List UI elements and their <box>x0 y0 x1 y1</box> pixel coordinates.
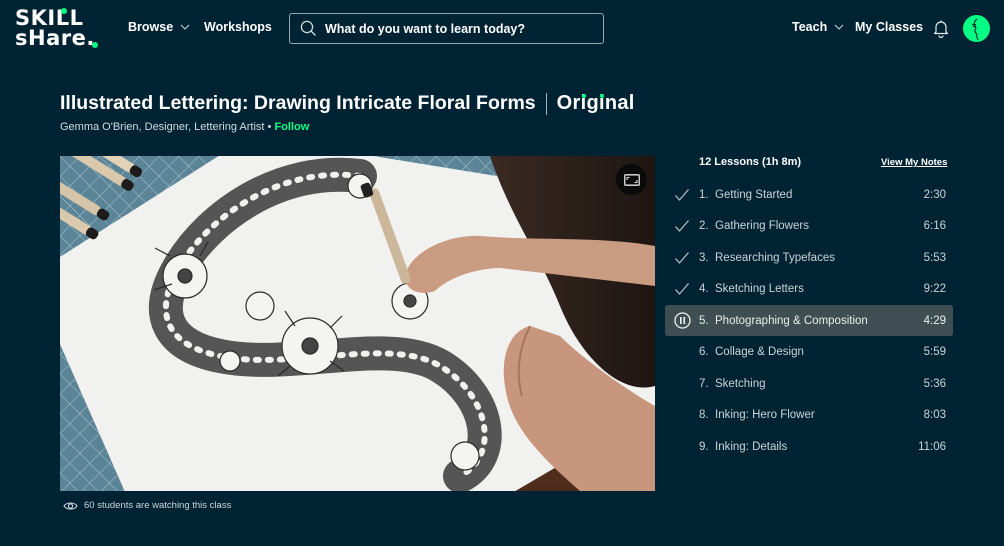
video-frame-image <box>60 156 655 491</box>
lesson-row[interactable]: 2. Gathering Flowers 6:16 <box>665 211 953 242</box>
checkmark-icon <box>675 283 689 295</box>
lesson-title: Photographing & Composition <box>715 314 868 327</box>
video-player[interactable] <box>60 156 655 491</box>
lesson-title: Sketching <box>715 377 766 390</box>
viewers-indicator: 60 students are watching this class <box>63 500 231 511</box>
follow-button[interactable]: Follow <box>274 121 309 133</box>
workshops-link[interactable]: Workshops <box>204 20 272 34</box>
lesson-status <box>665 282 699 296</box>
user-avatar[interactable] <box>963 15 990 42</box>
lesson-title: Getting Started <box>715 188 793 201</box>
view-my-notes-link[interactable]: View My Notes <box>881 157 947 168</box>
lesson-number: 8. <box>699 409 709 421</box>
workshops-label: Workshops <box>204 20 272 34</box>
logo-dot <box>92 42 98 48</box>
teacher-line: Gemma O'Brien, Designer, Lettering Artis… <box>60 121 309 133</box>
teach-label: Teach <box>792 20 828 34</box>
chevron-down-icon <box>834 24 844 30</box>
lesson-duration: 4:29 <box>923 314 946 327</box>
lesson-number: 1. <box>699 188 709 201</box>
lesson-row[interactable]: 1. Getting Started 2:30 <box>665 179 953 210</box>
notification-bell-icon[interactable] <box>932 19 950 38</box>
lesson-number: 3. <box>699 251 709 264</box>
browse-label: Browse <box>128 20 174 34</box>
lesson-duration: 5:36 <box>923 377 946 390</box>
picture-in-picture-button[interactable] <box>616 164 647 195</box>
search-icon <box>300 20 316 36</box>
lesson-number: 7. <box>699 377 709 390</box>
lesson-title: Inking: Details <box>715 440 788 453</box>
lesson-status <box>665 251 699 265</box>
lesson-title: Inking: Hero Flower <box>715 409 815 421</box>
lesson-status <box>665 312 699 329</box>
lesson-row[interactable]: 7. Sketching 5:36 <box>665 368 953 399</box>
my-classes-label: My Classes <box>855 20 924 34</box>
lesson-title: Collage & Design <box>715 346 804 358</box>
lesson-title: Sketching Letters <box>715 283 804 295</box>
lesson-number: 4. <box>699 283 709 295</box>
lesson-duration: 5:59 <box>923 346 946 358</box>
lesson-row[interactable]: 6. Collage & Design 5:59 <box>665 337 953 368</box>
lesson-number: 5. <box>699 314 709 327</box>
lesson-duration: 9:22 <box>923 283 946 295</box>
class-title-row: Illustrated Lettering: Drawing Intricate… <box>60 92 635 115</box>
logo-dot <box>61 8 67 14</box>
watching-text: 60 students are watching this class <box>84 500 232 511</box>
logo-line-2: sHare. <box>15 26 95 50</box>
lesson-row[interactable]: 8. Inking: Hero Flower 8:03 <box>665 400 953 431</box>
teacher-name[interactable]: Gemma O'Brien, Designer, Lettering Artis… <box>60 121 264 133</box>
lesson-number: 2. <box>699 220 709 232</box>
logo-line-1: SKILL <box>15 6 84 30</box>
skillshare-logo[interactable]: SKILL sHare. <box>15 7 100 51</box>
chevron-down-icon <box>180 24 190 30</box>
lesson-status <box>665 188 699 202</box>
pause-icon[interactable] <box>673 312 691 329</box>
lesson-duration: 2:30 <box>923 188 946 201</box>
title-divider <box>545 92 547 115</box>
lesson-duration: 5:53 <box>923 251 946 264</box>
lesson-number: 6. <box>699 346 709 358</box>
teach-menu[interactable]: Teach <box>792 20 845 34</box>
lesson-duration: 8:03 <box>923 409 946 421</box>
separator-dot: • <box>264 121 275 133</box>
lesson-duration: 6:16 <box>923 220 946 232</box>
lesson-duration: 11:06 <box>918 440 946 453</box>
search-box[interactable] <box>289 13 604 44</box>
lesson-row[interactable]: 9. Inking: Details 11:06 <box>665 431 953 462</box>
lesson-row[interactable]: 3. Researching Typefaces 5:53 <box>665 242 953 273</box>
browse-menu[interactable]: Browse <box>128 20 191 34</box>
lesson-row-active[interactable]: 5. Photographing & Composition 4:29 <box>665 305 953 336</box>
lesson-title: Gathering Flowers <box>715 220 809 232</box>
my-classes-link[interactable]: My Classes <box>855 20 923 34</box>
checkmark-icon <box>675 188 689 201</box>
picture-in-picture-icon <box>623 173 640 186</box>
avatar-face-icon <box>971 18 979 41</box>
lessons-summary: 12 Lessons (1h 8m) <box>699 156 802 168</box>
eye-icon <box>63 501 78 510</box>
top-navigation: SKILL sHare. Browse Workshops Teach My C… <box>0 0 1004 58</box>
lesson-number: 9. <box>699 440 709 453</box>
lesson-status <box>665 219 699 233</box>
lesson-row[interactable]: 4. Sketching Letters 9:22 <box>665 274 953 305</box>
original-badge: Original <box>556 92 635 114</box>
lesson-title: Researching Typefaces <box>715 251 835 264</box>
search-input[interactable] <box>325 21 595 36</box>
checkmark-icon <box>675 251 689 264</box>
checkmark-icon <box>675 220 689 232</box>
class-title: Illustrated Lettering: Drawing Intricate… <box>60 92 536 114</box>
